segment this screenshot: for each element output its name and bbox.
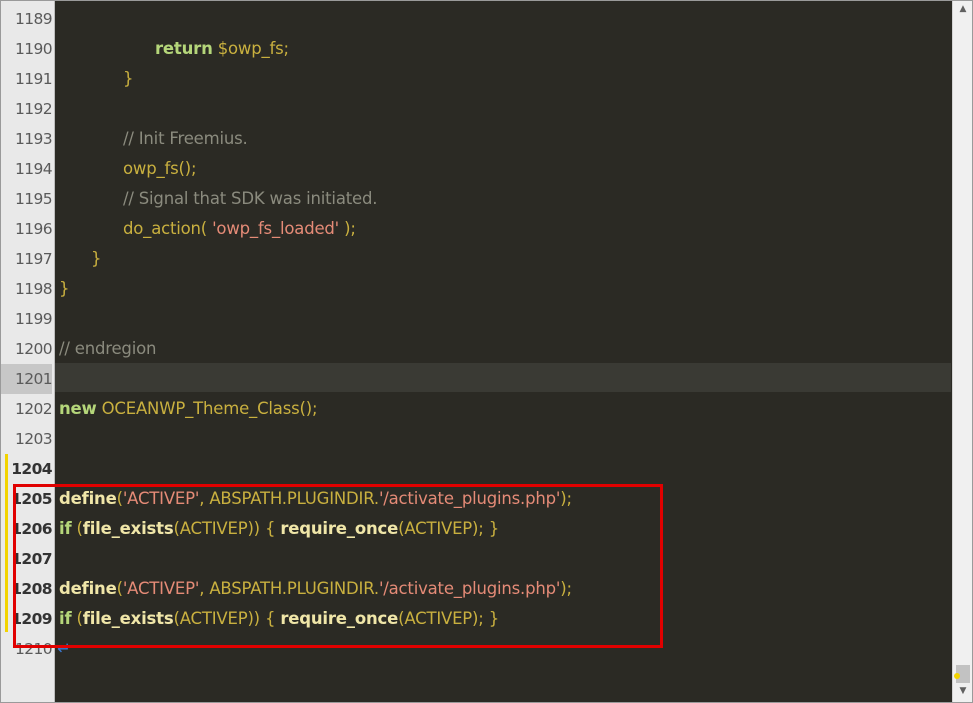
variable: $owp_fs; — [212, 39, 289, 58]
line-number: 1197 — [14, 250, 53, 268]
current-line-number: 1201 — [1, 364, 53, 394]
line-number: 1204 — [11, 460, 52, 478]
code-line-1194[interactable]: owp_fs(); — [123, 154, 197, 184]
code-line-1196[interactable]: do_action( 'owp_fs_loaded' ); — [123, 214, 356, 244]
line-number: 1190 — [14, 40, 53, 58]
comment: // endregion — [59, 339, 157, 358]
line-number: 1191 — [14, 70, 53, 88]
line-number: 1192 — [14, 100, 53, 118]
line-number: 1189 — [14, 10, 53, 28]
line-number: 1196 — [14, 220, 53, 238]
code-line-1191[interactable]: } — [123, 64, 134, 94]
code-editor[interactable]: 1189 1190 1191 1192 1193 1194 1195 1196 … — [0, 0, 973, 703]
punctuation: ); — [339, 219, 356, 238]
brace: } — [123, 69, 134, 88]
comment: // Signal that SDK was initiated. — [123, 189, 378, 208]
code-line-1200[interactable]: // endregion — [59, 334, 156, 364]
class-instantiation: OCEANWP_Theme_Class(); — [96, 399, 318, 418]
string-literal: 'owp_fs_loaded' — [212, 219, 340, 238]
comment: // Init Freemius. — [123, 129, 248, 148]
code-line-1190[interactable]: return $owp_fs; — [155, 34, 289, 64]
code-line-1198[interactable]: } — [59, 274, 70, 304]
line-number: 1202 — [14, 400, 53, 418]
line-number: 1193 — [14, 130, 53, 148]
function-call: owp_fs(); — [123, 159, 197, 178]
brace: } — [91, 249, 102, 268]
keyword-return: return — [155, 39, 213, 58]
vertical-scrollbar[interactable]: ▲ ▼ — [952, 1, 972, 702]
keyword-new: new — [59, 399, 97, 418]
scroll-down-arrow-icon[interactable]: ▼ — [953, 683, 972, 700]
line-number: 1200 — [14, 340, 53, 358]
line-number: 1194 — [14, 160, 53, 178]
change-marker-bar — [5, 454, 8, 632]
code-line-1197[interactable]: } — [91, 244, 102, 274]
code-line-1202[interactable]: new OCEANWP_Theme_Class(); — [59, 394, 318, 424]
brace: } — [59, 279, 70, 298]
line-number: 1195 — [14, 190, 53, 208]
code-line-1193[interactable]: // Init Freemius. — [123, 124, 248, 154]
change-marker-dot — [954, 673, 960, 679]
line-number: 1199 — [14, 310, 53, 328]
code-line-1195[interactable]: // Signal that SDK was initiated. — [123, 184, 377, 214]
line-number: 1198 — [14, 280, 53, 298]
function-call: do_action( — [123, 219, 213, 238]
line-number: 1203 — [14, 430, 53, 448]
red-highlight-box — [13, 484, 663, 648]
scroll-up-arrow-icon[interactable]: ▲ — [953, 1, 972, 18]
current-line-highlight — [55, 363, 951, 392]
